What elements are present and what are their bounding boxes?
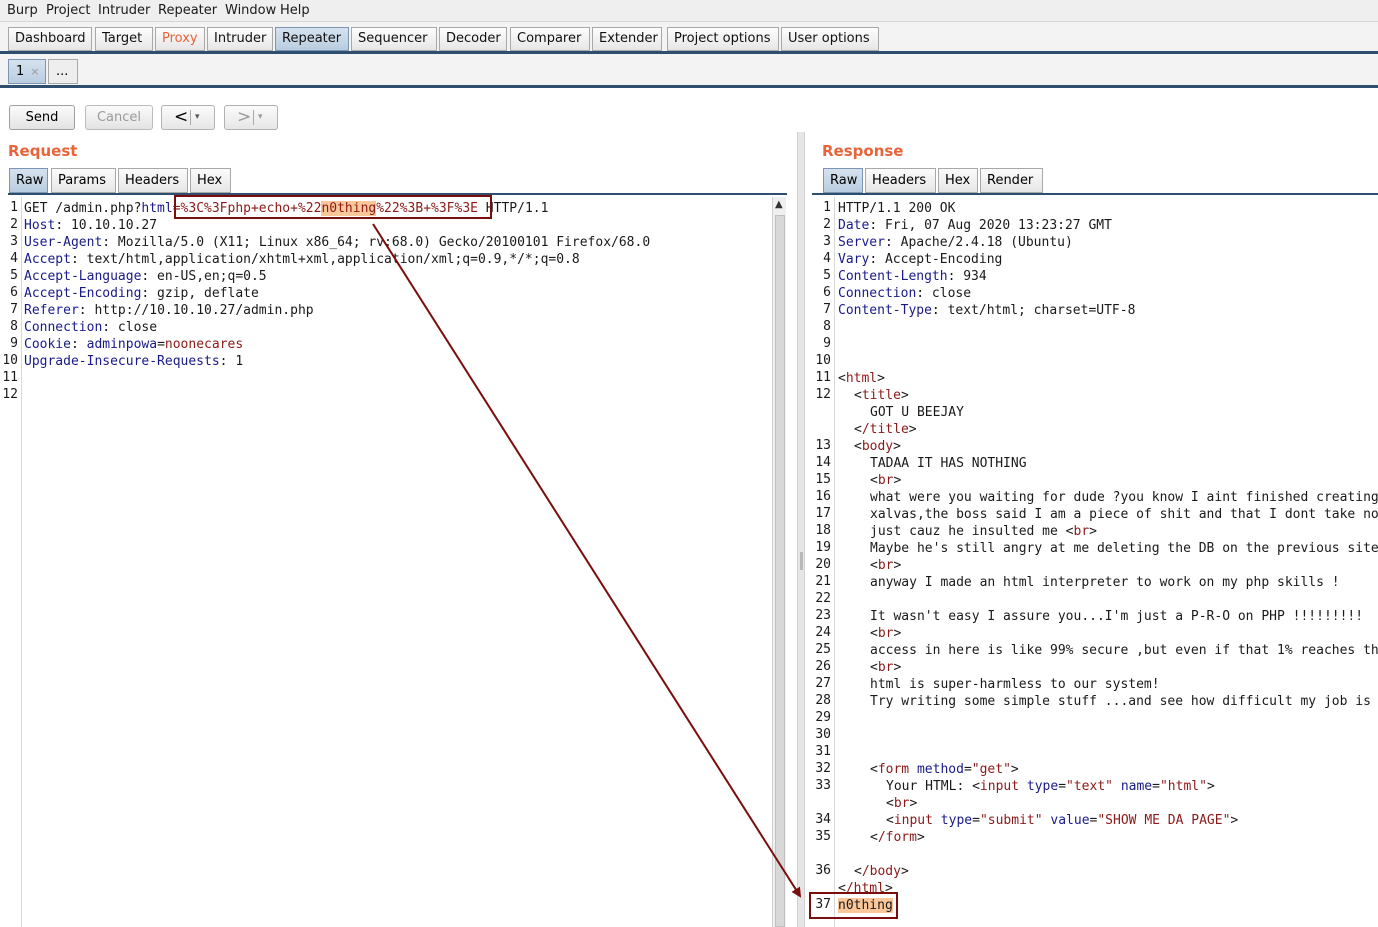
annotation-arrow	[372, 223, 802, 898]
arrow-line	[372, 223, 802, 898]
